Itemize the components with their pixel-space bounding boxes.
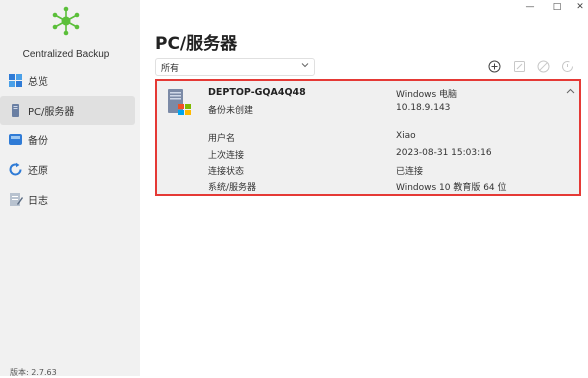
filter-selected-value: 所有	[161, 63, 180, 74]
detail-label-last-connection: 上次连接	[208, 151, 245, 161]
sidebar: Centralized Backup 总览 PC/服务器 备份 还原 日志 版本…	[0, 0, 140, 377]
network-logo-icon	[52, 6, 80, 36]
sidebar-item-label: 还原	[28, 166, 48, 177]
detail-value-last-connection: 2023-08-31 15:03:16	[396, 148, 492, 158]
windows-pc-icon	[168, 89, 191, 115]
restore-icon	[9, 162, 22, 176]
detail-label-os: 系统/服务器	[208, 183, 257, 193]
detail-label-connection-status: 连接状态	[208, 167, 245, 177]
add-icon[interactable]	[488, 60, 501, 73]
disable-icon[interactable]	[537, 60, 550, 73]
minimize-icon[interactable]: —	[524, 2, 536, 12]
detail-value-os: Windows 10 教育版 64 位	[396, 183, 507, 193]
sidebar-item-pc-server[interactable]: PC/服务器	[0, 96, 135, 125]
device-name: DEPTOP-GQA4Q48	[208, 87, 306, 98]
detail-value-connection-status: 已连接	[396, 167, 424, 177]
detail-label-username: 用户名	[208, 134, 236, 144]
maximize-icon[interactable]: □	[551, 2, 563, 12]
sidebar-item-label: PC/服务器	[28, 107, 75, 118]
pc-server-icon	[12, 104, 19, 117]
restore-history-icon[interactable]	[561, 60, 574, 73]
close-icon[interactable]: ✕	[574, 2, 586, 12]
chevron-down-icon	[301, 63, 309, 68]
sidebar-item-log[interactable]: 日志	[0, 185, 135, 214]
detail-value-username: Xiao	[396, 131, 416, 141]
app-version: 版本: 2.7.63	[10, 368, 57, 377]
sidebar-item-backup[interactable]: 备份	[0, 125, 135, 154]
overview-grid-icon	[9, 74, 22, 87]
log-icon	[10, 193, 23, 206]
device-type: Windows 电脑	[396, 90, 458, 100]
sidebar-item-restore[interactable]: 还原	[0, 155, 135, 184]
filter-select[interactable]: 所有	[155, 58, 315, 76]
backup-icon	[9, 134, 22, 145]
chevron-up-icon[interactable]	[566, 87, 575, 96]
device-backup-status: 备份未创建	[208, 106, 254, 116]
sidebar-item-label: 备份	[28, 136, 48, 147]
device-ip: 10.18.9.143	[396, 103, 451, 113]
page-title: PC/服务器	[155, 34, 238, 54]
sidebar-item-label: 总览	[28, 77, 48, 88]
sidebar-item-overview[interactable]: 总览	[0, 66, 135, 95]
sidebar-item-label: 日志	[28, 196, 48, 207]
edit-icon[interactable]	[513, 60, 526, 73]
app-name: Centralized Backup	[22, 49, 110, 60]
